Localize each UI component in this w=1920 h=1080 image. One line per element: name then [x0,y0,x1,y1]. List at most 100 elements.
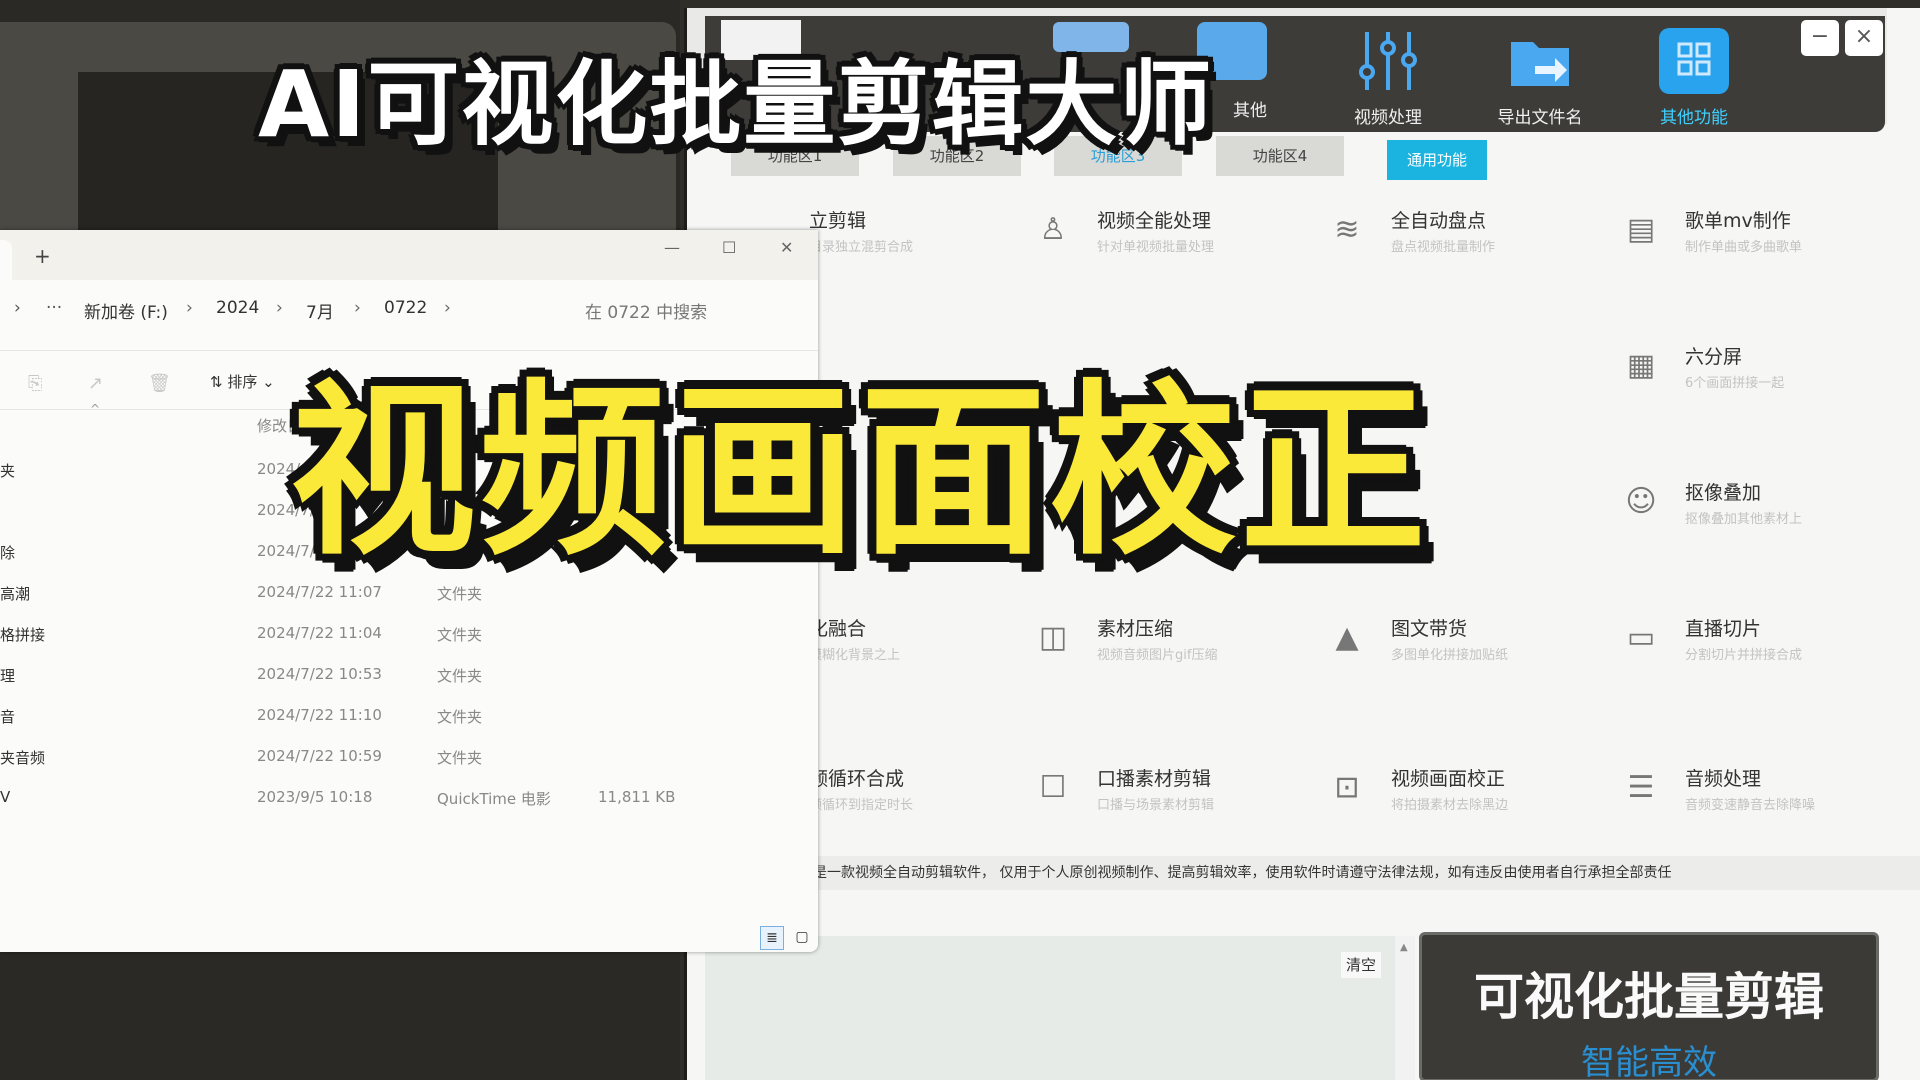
table-row[interactable]: V 2023/9/5 10:18 QuickTime 电影 11,811 KB [0,778,818,818]
card-subtitle: 盘点视频批量制作 [1391,240,1496,255]
delete-icon[interactable]: 🗑 [148,373,171,394]
layers-icon: ≋ [1334,212,1360,247]
card-subtitle: 口播与场景素材剪辑 [1097,798,1215,813]
cell-date: 2023/9/5 10:18 [257,788,373,806]
cell-name: V [0,788,11,806]
explorer-maximize-button[interactable]: ☐ [722,238,736,257]
cell-date: 2024/7/22 11:04 [257,624,382,642]
function-card[interactable]: ▦ 六分屏 6个画面拼接一起 [1621,326,1831,426]
toolbar-other-functions[interactable]: 其他功能 [1639,28,1749,128]
chevron-right-icon: › [354,298,361,318]
toolbar-label: 其他功能 [1660,108,1728,128]
explorer-tab[interactable] [0,240,12,280]
function-card[interactable]: ▲ 图文带货多图单化拼接加贴纸 [1327,598,1537,698]
camera-icon: ▭ [1626,620,1656,655]
function-card[interactable]: ▭ 直播切片分割切片并拼接合成 [1621,598,1831,698]
video-subject-overlay: 视频画面校正 [290,363,1431,580]
more-icon[interactable]: ··· [46,298,62,318]
card-title: 抠像叠加 [1685,482,1762,504]
card-subtitle: 抠像叠加其他素材上 [1685,512,1803,527]
cell-type: 文件夹 [437,749,483,767]
details-view-icon[interactable]: ≣ [760,926,784,950]
chevron-right-icon: › [444,298,451,318]
card-subtitle: 模糊化背景之上 [809,648,901,663]
card-subtitle: 频循环到指定时长 [809,798,914,813]
sort-icon: ⇅ [210,373,228,391]
function-card[interactable]: ≋ 全自动盘点 盘点视频批量制作 [1327,190,1537,290]
card-subtitle: 制作单曲或多曲歌单 [1685,240,1803,255]
new-tab-button[interactable]: + [34,244,51,268]
video-title-overlay: AI可视化批量剪辑大师 [258,51,1214,158]
promo-headline: 可视化批量剪辑 [1474,968,1824,1026]
clear-button[interactable]: 清空 [1341,952,1381,978]
table-row[interactable]: 格拼接 2024/7/22 11:04 文件夹 [0,614,818,654]
cell-name: 理 [0,667,16,685]
function-card[interactable]: ♙ 视频全能处理 针对单视频批量处理 [1033,190,1243,290]
function-card[interactable]: ☺ 抠像叠加抠像叠加其他素材上 [1621,462,1831,562]
card-subtitle: 多图单化拼接加贴纸 [1391,648,1509,663]
cell-date: 2024/7/22 11:10 [257,706,382,724]
card-title: 视频全能处理 [1097,210,1212,232]
tab-general[interactable]: 通用功能 [1387,140,1487,180]
desktop: 其他 视频处理 导出文件名 其他功能 − × 功能区1 功能区2 功能区3 功能… [0,0,1920,1080]
card-subtitle: 针对单视频批量处理 [1097,240,1215,255]
cell-date: 2024/7/22 10:59 [257,747,382,765]
toolbar-partial-label: 其他 [1233,101,1267,121]
cell-name: 夹音频 [0,749,46,767]
card-title: 六分屏 [1685,346,1743,368]
function-card[interactable]: ☐ 口播素材剪辑口播与场景素材剪辑 [1033,748,1243,848]
explorer-minimize-button[interactable]: — [664,238,680,257]
promo-banner: 可视化批量剪辑 智能高效 [1419,932,1879,1080]
toolbar-video-processing[interactable]: 视频处理 [1333,28,1443,128]
table-row[interactable]: 夹音频 2024/7/22 10:59 文件夹 [0,737,818,777]
image-icon: ▲ [1335,620,1359,655]
cell-name: 夹 [0,462,16,480]
sliders-icon [1359,32,1417,90]
function-card[interactable]: ⊡ 视频画面校正 将拍摄素材去除黑边 [1327,748,1537,848]
tiles-view-icon[interactable]: ▢ [790,926,814,950]
card-subtitle: 目录独立混剪合成 [809,240,914,255]
sort-button[interactable]: ⇅ 排序 ⌄ [210,371,275,392]
function-card[interactable]: ☰ 音频处理 音频变速静音去除降噪 [1621,748,1831,848]
function-card[interactable]: ▤ 歌单mv制作 制作单曲或多曲歌单 [1621,190,1831,290]
cell-name: 高潮 [0,585,31,603]
equalizer-icon: ☰ [1627,770,1655,805]
rename-icon[interactable]: ⎘ [28,373,42,394]
share-icon[interactable]: ↗ [88,373,103,394]
card-title: 素材压缩 [1097,618,1174,640]
chevron-right-icon: › [276,298,283,318]
portrait-icon: ☺ [1625,484,1657,519]
card-subtitle: 音频变速静音去除降噪 [1685,798,1816,813]
scroll-up-icon[interactable]: ▲ [1400,942,1408,953]
chevron-right-icon[interactable]: › [14,298,21,318]
card-subtitle: 将拍摄素材去除黑边 [1391,798,1509,813]
explorer-close-button[interactable]: ✕ [780,238,793,257]
card-title: 频循环合成 [809,768,905,790]
close-button[interactable]: × [1845,20,1883,56]
log-scrollbar[interactable]: ▲ [1395,936,1415,1080]
disclaimer-text: 是一款视频全自动剪辑软件， 仅用于个人原创视频制作、提高剪辑效率，使用软件时请遵… [813,856,1920,890]
minimize-button[interactable]: − [1801,20,1839,56]
cell-name: 音 [0,708,16,726]
cell-type: 文件夹 [437,626,483,644]
table-row[interactable]: 理 2024/7/22 10:53 文件夹 [0,655,818,695]
cell-type: 文件夹 [437,708,483,726]
table-row[interactable]: 音 2024/7/22 11:10 文件夹 [0,696,818,736]
toolbar-export-filenames[interactable]: 导出文件名 [1485,28,1595,128]
breadcrumb-year[interactable]: 2024 [216,298,259,318]
card-title: 歌单mv制作 [1685,210,1791,232]
card-title: 口播素材剪辑 [1097,768,1212,790]
function-card[interactable]: ◫ 素材压缩 视频音频图片gif压缩 [1033,598,1243,698]
breadcrumb-drive[interactable]: 新加卷 (F:) [84,298,168,323]
robot-icon: ☐ [1039,770,1067,805]
tab-area-4[interactable]: 功能区4 [1216,136,1344,176]
explorer-titlebar: + — ☐ ✕ [0,230,818,280]
cell-name: 除 [0,544,16,562]
card-subtitle: 分割切片并拼接合成 [1685,648,1803,663]
toolbar-label: 导出文件名 [1497,108,1583,128]
card-title: 视频画面校正 [1391,768,1506,790]
card-title: 图文带货 [1391,618,1468,640]
card-title: 直播切片 [1685,618,1762,640]
export-icon [1511,42,1569,86]
breadcrumb-folder[interactable]: 0722 [384,298,427,318]
